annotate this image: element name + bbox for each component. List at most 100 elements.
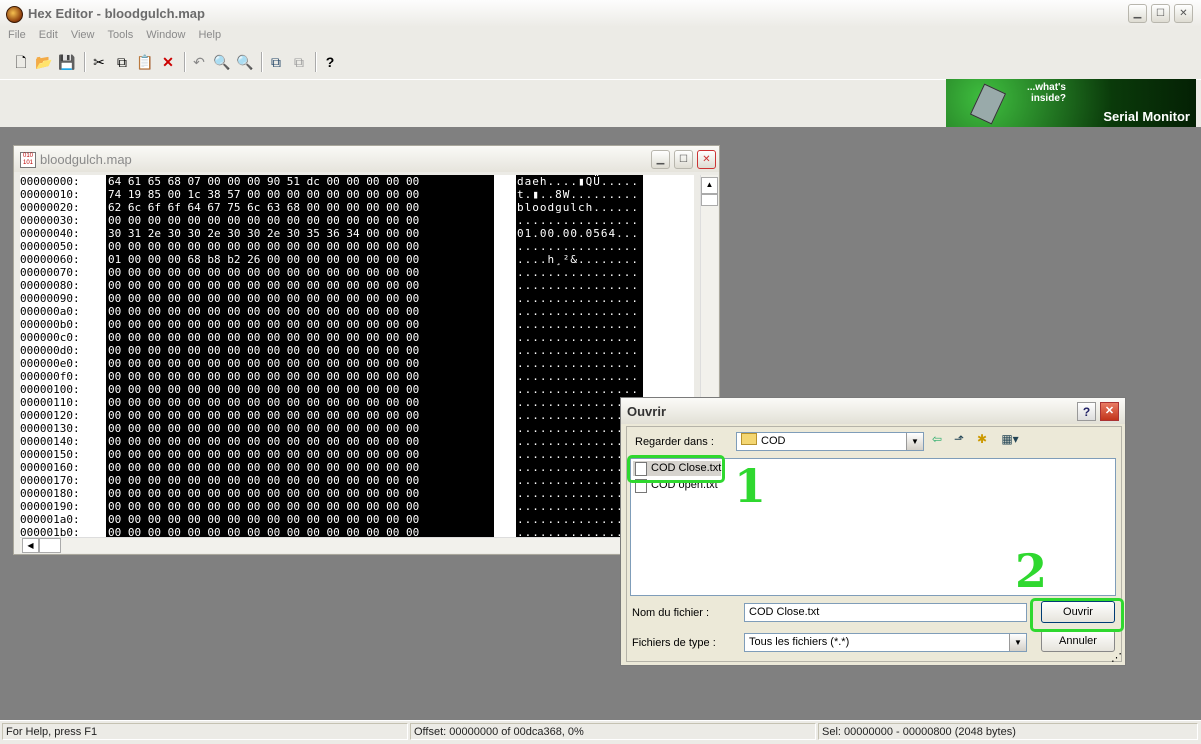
hex-row[interactable]: 00 00 00 00 00 00 00 00 00 00 00 00 00 0… — [108, 370, 493, 383]
scroll-left-icon[interactable]: ◀ — [22, 538, 39, 553]
look-in-combo[interactable]: COD ▼ — [736, 432, 924, 451]
save-icon[interactable]: 💾 — [57, 52, 77, 72]
hex-row[interactable]: 74 19 85 00 1c 38 57 00 00 00 00 00 00 0… — [108, 188, 493, 201]
ascii-row[interactable]: ................ — [517, 357, 643, 370]
ascii-row[interactable]: ................ — [517, 318, 643, 331]
minimize-button[interactable]: ▁ — [1128, 4, 1147, 23]
chevron-down-icon[interactable]: ▼ — [1009, 634, 1026, 651]
resize-grip-icon[interactable]: ⋰ — [1111, 651, 1123, 664]
close-button[interactable]: ✕ — [1174, 4, 1193, 23]
hex-row[interactable]: 00 00 00 00 00 00 00 00 00 00 00 00 00 0… — [108, 474, 493, 487]
ascii-row[interactable]: bloodgulch...... — [517, 201, 643, 214]
delete-icon[interactable]: ✕ — [158, 52, 178, 72]
vertical-scroll-thumb[interactable] — [701, 194, 718, 206]
copy-icon[interactable]: ⧉ — [112, 52, 132, 72]
menu-help[interactable]: Help — [193, 27, 226, 43]
cut-icon[interactable]: ✂ — [89, 52, 109, 72]
menu-file[interactable]: File — [3, 27, 31, 43]
ascii-row[interactable]: ................ — [517, 214, 643, 227]
hex-row[interactable]: 00 00 00 00 00 00 00 00 00 00 00 00 00 0… — [108, 266, 493, 279]
ascii-row[interactable]: ................ — [517, 370, 643, 383]
hex-row[interactable]: 00 00 00 00 00 00 00 00 00 00 00 00 00 0… — [108, 279, 493, 292]
ascii-row[interactable]: ................ — [517, 266, 643, 279]
new-file-icon[interactable]: 🗋 — [11, 52, 31, 72]
hex-row[interactable]: 00 00 00 00 00 00 00 00 00 00 00 00 00 0… — [108, 500, 493, 513]
file-compare-icon[interactable]: ⧉ — [266, 52, 286, 72]
document-minimize-button[interactable]: ▁ — [651, 150, 670, 169]
ascii-row[interactable]: ....h¸²&........ — [517, 253, 643, 266]
hex-view[interactable]: 00000000: 00000010: 00000020: 00000030: 0000… — [20, 175, 694, 537]
hex-row[interactable]: 00 00 00 00 00 00 00 00 00 00 00 00 00 0… — [108, 422, 493, 435]
hex-row[interactable]: 00 00 00 00 00 00 00 00 00 00 00 00 00 0… — [108, 435, 493, 448]
document-close-button[interactable]: ✕ — [697, 150, 716, 169]
horizontal-scrollbar[interactable]: ◀ — [20, 537, 694, 553]
hex-row[interactable]: 01 00 00 00 68 b8 b2 26 00 00 00 00 00 0… — [108, 253, 493, 266]
hex-row[interactable]: 00 00 00 00 00 00 00 00 00 00 00 00 00 0… — [108, 513, 493, 526]
hex-row[interactable]: 00 00 00 00 00 00 00 00 00 00 00 00 00 0… — [108, 487, 493, 500]
main-title-bar: Hex Editor - bloodgulch.map ▁ ☐ ✕ — [0, 0, 1201, 28]
scroll-up-icon[interactable]: ▲ — [701, 177, 718, 194]
hex-row[interactable]: 00 00 00 00 00 00 00 00 00 00 00 00 00 0… — [108, 396, 493, 409]
hex-row[interactable]: 00 00 00 00 00 00 00 00 00 00 00 00 00 0… — [108, 305, 493, 318]
toolbar: 🗋 📂 💾 ✂ ⧉ 📋 ✕ ↶ 🔍 🔍 ⧉ ⧉ ? — [0, 46, 1201, 80]
app-icon[interactable] — [6, 6, 23, 23]
new-folder-icon[interactable]: ✱ — [973, 431, 991, 447]
toolbar-separator — [184, 52, 186, 72]
horizontal-scroll-thumb[interactable] — [39, 538, 61, 553]
undo-icon[interactable]: ↶ — [189, 52, 209, 72]
filetype-combo[interactable]: Tous les fichiers (*.*) ▼ — [744, 633, 1027, 652]
dialog-help-button[interactable]: ? — [1077, 402, 1096, 421]
hex-row[interactable]: 62 6c 6f 6f 64 67 75 6c 63 68 00 00 00 0… — [108, 201, 493, 214]
hex-row[interactable]: 00 00 00 00 00 00 00 00 00 00 00 00 00 0… — [108, 292, 493, 305]
ascii-row[interactable]: ................ — [517, 292, 643, 305]
dialog-close-button[interactable]: ✕ — [1100, 402, 1119, 421]
menu-view[interactable]: View — [66, 27, 100, 43]
hex-row[interactable]: 00 00 00 00 00 00 00 00 00 00 00 00 00 0… — [108, 331, 493, 344]
ascii-row[interactable]: ................ — [517, 240, 643, 253]
hex-row[interactable]: 30 31 2e 30 30 2e 30 30 2e 30 35 36 34 0… — [108, 227, 493, 240]
hex-row[interactable]: 00 00 00 00 00 00 00 00 00 00 00 00 00 0… — [108, 344, 493, 357]
menu-tools[interactable]: Tools — [103, 27, 139, 43]
hex-document-window: 010 101 bloodgulch.map ▁ ☐ ✕ 00000000: 000… — [13, 145, 720, 555]
look-in-label: Regarder dans : — [635, 436, 714, 448]
serial-monitor-banner[interactable]: ...what's inside? Serial Monitor — [946, 79, 1196, 127]
hex-bytes-column[interactable]: 64 61 65 68 07 00 00 00 90 51 dc 00 00 0… — [108, 175, 493, 537]
hex-row[interactable]: 00 00 00 00 00 00 00 00 00 00 00 00 00 0… — [108, 461, 493, 474]
menu-edit[interactable]: Edit — [34, 27, 63, 43]
ascii-row[interactable]: daeh....▮QÜ..... — [517, 175, 643, 188]
ascii-row[interactable]: ................ — [517, 383, 643, 396]
open-folder-icon[interactable]: 📂 — [34, 52, 54, 72]
hex-row[interactable]: 00 00 00 00 00 00 00 00 00 00 00 00 00 0… — [108, 357, 493, 370]
document-maximize-button[interactable]: ☐ — [674, 150, 693, 169]
hex-row[interactable]: 00 00 00 00 00 00 00 00 00 00 00 00 00 0… — [108, 214, 493, 227]
ascii-row[interactable]: t.▮..8W......... — [517, 188, 643, 201]
filename-input[interactable]: COD Close.txt — [744, 603, 1027, 622]
hex-row[interactable]: 00 00 00 00 00 00 00 00 00 00 00 00 00 0… — [108, 240, 493, 253]
cancel-button[interactable]: Annuler — [1041, 630, 1115, 652]
document-icon[interactable]: 010 101 — [20, 152, 36, 168]
back-icon[interactable]: ⇦ — [928, 431, 946, 447]
hex-row[interactable]: 00 00 00 00 00 00 00 00 00 00 00 00 00 0… — [108, 318, 493, 331]
up-folder-icon[interactable]: ⬏ — [950, 431, 968, 447]
ascii-row[interactable]: 01.00.00.0564... — [517, 227, 643, 240]
menu-window[interactable]: Window — [141, 27, 190, 43]
ascii-row[interactable]: ................ — [517, 305, 643, 318]
offset-cell: 00000060: — [20, 253, 80, 266]
hex-row[interactable]: 00 00 00 00 00 00 00 00 00 00 00 00 00 0… — [108, 526, 493, 537]
ascii-row[interactable]: ................ — [517, 344, 643, 357]
hex-row[interactable]: 00 00 00 00 00 00 00 00 00 00 00 00 00 0… — [108, 409, 493, 422]
hex-row[interactable]: 64 61 65 68 07 00 00 00 90 51 dc 00 00 0… — [108, 175, 493, 188]
chevron-down-icon[interactable]: ▼ — [906, 433, 923, 450]
find-icon[interactable]: 🔍 — [212, 52, 232, 72]
dialog-title: Ouvrir — [627, 404, 667, 419]
paste-icon[interactable]: 📋 — [135, 52, 155, 72]
replace-icon[interactable]: 🔍 — [235, 52, 255, 72]
maximize-button[interactable]: ☐ — [1151, 4, 1170, 23]
ascii-row[interactable]: ................ — [517, 279, 643, 292]
hex-row[interactable]: 00 00 00 00 00 00 00 00 00 00 00 00 00 0… — [108, 383, 493, 396]
file-compare-disabled-icon: ⧉ — [294, 54, 304, 70]
hex-row[interactable]: 00 00 00 00 00 00 00 00 00 00 00 00 00 0… — [108, 448, 493, 461]
ascii-row[interactable]: ................ — [517, 331, 643, 344]
help-icon[interactable]: ? — [320, 52, 340, 72]
view-menu-icon[interactable]: ▦▾ — [997, 431, 1023, 447]
